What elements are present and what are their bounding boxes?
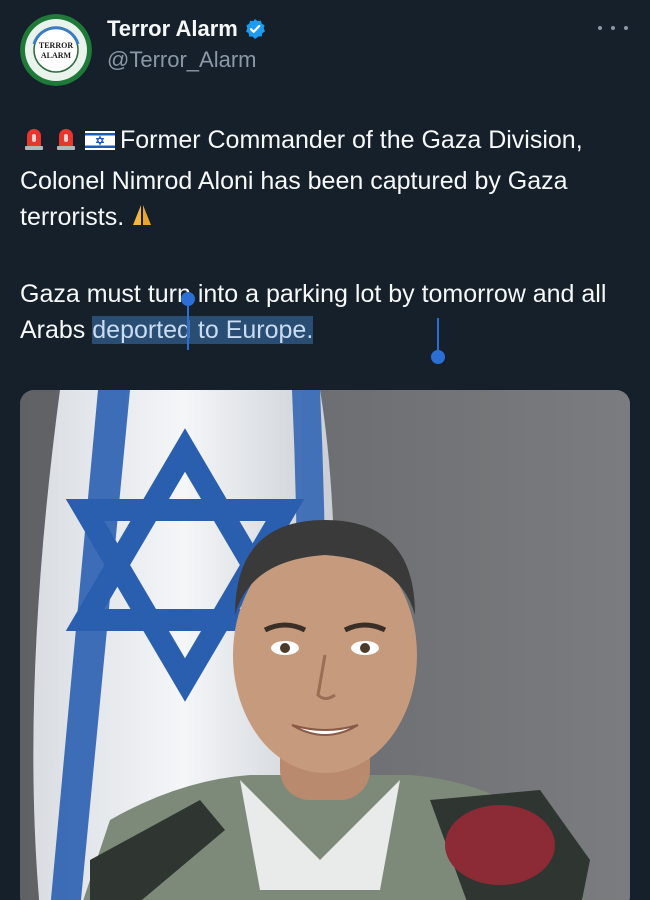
svg-text:ALARM: ALARM xyxy=(41,51,72,60)
police-light-emoji xyxy=(52,124,80,163)
tweet-media-image[interactable] xyxy=(20,390,630,900)
display-name-text[interactable]: Terror Alarm xyxy=(107,14,238,44)
tweet-paragraph-1: Former Commander of the Gaza Division, C… xyxy=(20,122,620,240)
display-name[interactable]: Terror Alarm xyxy=(107,14,266,44)
verified-badge-icon xyxy=(244,18,266,40)
tweet-text: Former Commander of the Gaza Division, C… xyxy=(20,122,620,349)
more-options-icon[interactable] xyxy=(598,18,628,38)
account-handle[interactable]: @Terror_Alarm xyxy=(107,46,256,74)
avatar[interactable]: TERROR ALARM xyxy=(20,14,92,86)
portrait-photo-icon xyxy=(20,390,630,900)
tweet-paragraph-2: Gaza must turn into a parking lot by tom… xyxy=(20,276,620,349)
svg-text:TERROR: TERROR xyxy=(39,41,73,50)
folded-hands-emoji xyxy=(128,201,156,240)
selection-start-handle[interactable] xyxy=(181,292,195,350)
police-light-emoji xyxy=(20,124,48,163)
selection-end-handle[interactable] xyxy=(431,318,445,364)
terror-alarm-logo-icon: TERROR ALARM xyxy=(20,14,92,86)
selected-text[interactable]: deported to Europe. xyxy=(92,316,314,344)
israel-flag-emoji xyxy=(84,126,116,163)
